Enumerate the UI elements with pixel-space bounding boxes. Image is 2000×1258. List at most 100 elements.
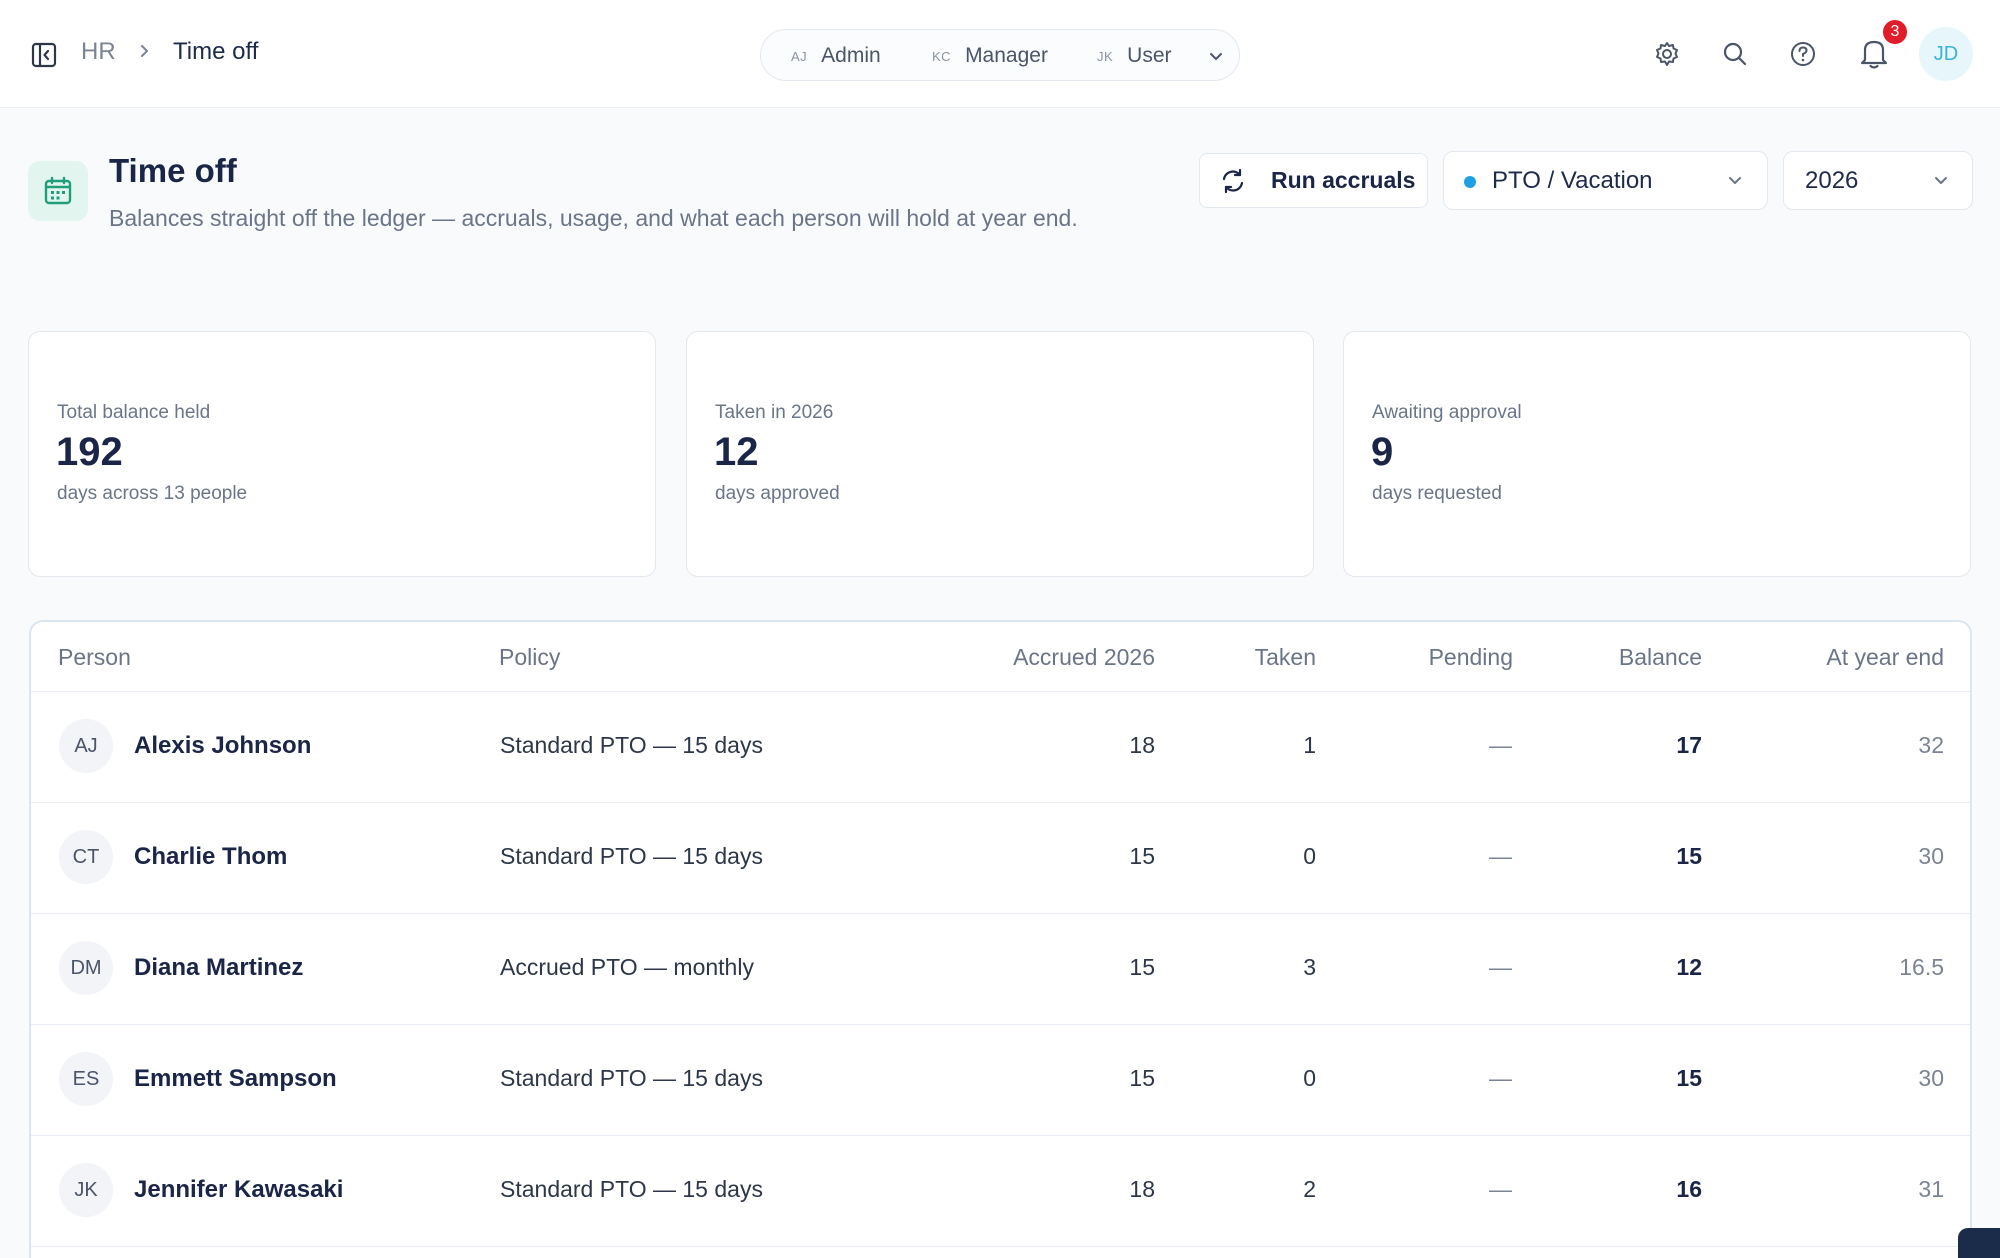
stat-card-taken: Taken in 2026 12 days approved <box>686 331 1314 577</box>
pending-cell: — <box>1489 1176 1512 1202</box>
year-end-cell: 30 <box>1918 843 1944 869</box>
policy-select-value: PTO / Vacation <box>1492 167 1653 194</box>
stat-card-total-balance: Total balance held 192 days across 13 pe… <box>28 331 656 577</box>
year-end-cell: 30 <box>1918 1065 1944 1091</box>
stat-label: Total balance held <box>57 402 211 423</box>
table-header: Person Policy Accrued 2026 Taken Pending… <box>31 622 1970 692</box>
stat-sub: days across 13 people <box>57 483 248 504</box>
person-name[interactable]: Alexis Johnson <box>134 732 311 760</box>
chevron-down-icon <box>1930 170 1952 192</box>
year-end-cell: 16.5 <box>1899 954 1944 980</box>
policy-select[interactable]: PTO / Vacation <box>1443 151 1768 210</box>
role-label: Admin <box>821 44 881 67</box>
search-icon[interactable] <box>1720 39 1750 69</box>
role-initials: AJ <box>791 48 808 64</box>
column-header-taken[interactable]: Taken <box>1255 644 1316 671</box>
accrued-cell: 15 <box>1129 843 1155 869</box>
year-select[interactable]: 2026 <box>1783 151 1973 210</box>
breadcrumb-root[interactable]: HR <box>81 38 116 66</box>
person-avatar: AJ <box>59 719 113 773</box>
stat-sub: days requested <box>1372 483 1502 504</box>
year-select-value: 2026 <box>1805 167 1859 194</box>
balance-cell: 17 <box>1676 732 1702 758</box>
accrued-cell: 18 <box>1129 732 1155 758</box>
person-name[interactable]: Emmett Sampson <box>134 1065 337 1093</box>
chevron-right-icon <box>136 40 154 62</box>
refresh-icon <box>1219 167 1247 195</box>
role-switcher[interactable]: AJ Admin KC Manager JK User <box>760 29 1240 81</box>
person-avatar: ES <box>59 1052 113 1106</box>
pending-cell: — <box>1489 732 1512 758</box>
column-header-year-end[interactable]: At year end <box>1826 644 1944 671</box>
balance-cell: 16 <box>1676 1176 1702 1202</box>
notification-badge: 3 <box>1881 18 1909 46</box>
avatar[interactable]: JD <box>1919 27 1973 81</box>
breadcrumb-current: Time off <box>173 38 259 65</box>
person-avatar: DM <box>59 941 113 995</box>
pending-cell: — <box>1489 954 1512 980</box>
person-name[interactable]: Charlie Thom <box>134 843 287 871</box>
role-manager[interactable]: KC Manager <box>932 42 1048 70</box>
stat-label: Awaiting approval <box>1372 402 1522 423</box>
balance-cell: 15 <box>1676 1065 1702 1091</box>
role-initials: KC <box>932 48 952 64</box>
column-header-person[interactable]: Person <box>58 644 131 671</box>
stat-value: 192 <box>56 430 123 474</box>
floating-widget-button[interactable] <box>1958 1228 2000 1258</box>
page-title: Time off <box>109 152 237 189</box>
policy-cell: Standard PTO — 15 days <box>500 1065 763 1091</box>
taken-cell: 1 <box>1303 732 1316 758</box>
page-subtitle: Balances straight off the ledger — accru… <box>109 205 1078 231</box>
help-icon[interactable] <box>1788 39 1818 69</box>
accrued-cell: 15 <box>1129 1065 1155 1091</box>
stat-value: 12 <box>714 430 759 474</box>
person-avatar: JK <box>59 1163 113 1217</box>
role-admin[interactable]: AJ Admin <box>791 42 881 70</box>
table-row[interactable]: ES Emmett Sampson Standard PTO — 15 days… <box>31 1025 1970 1136</box>
person-avatar: CT <box>59 830 113 884</box>
role-user[interactable]: JK User <box>1097 42 1172 70</box>
column-header-policy[interactable]: Policy <box>499 644 560 671</box>
policy-cell: Standard PTO — 15 days <box>500 1176 763 1202</box>
role-label: User <box>1127 44 1172 67</box>
column-header-accrued[interactable]: Accrued 2026 <box>1013 644 1155 671</box>
table-row[interactable]: AJ Alexis Johnson Standard PTO — 15 days… <box>31 692 1970 803</box>
taken-cell: 3 <box>1303 954 1316 980</box>
column-header-pending[interactable]: Pending <box>1429 644 1513 671</box>
table-row[interactable]: DM Diana Martinez Accrued PTO — monthly … <box>31 914 1970 1025</box>
role-label: Manager <box>965 44 1048 67</box>
top-bar: HR Time off AJ Admin KC Manager JK User … <box>0 0 2000 108</box>
policy-cell: Accrued PTO — monthly <box>500 954 754 980</box>
balance-cell: 15 <box>1676 843 1702 869</box>
chevron-down-icon <box>1724 170 1746 192</box>
run-accruals-label: Run accruals <box>1271 167 1416 193</box>
pending-cell: — <box>1489 1065 1512 1091</box>
accrued-cell: 18 <box>1129 1176 1155 1202</box>
calendar-icon <box>28 161 88 221</box>
taken-cell: 0 <box>1303 843 1316 869</box>
run-accruals-button[interactable]: Run accruals <box>1199 153 1428 208</box>
chevron-down-icon[interactable] <box>1205 46 1227 68</box>
policy-cell: Standard PTO — 15 days <box>500 732 763 758</box>
balances-table: Person Policy Accrued 2026 Taken Pending… <box>29 620 1972 1258</box>
table-row[interactable]: CT Charlie Thom Standard PTO — 15 days 1… <box>31 803 1970 914</box>
sidebar-toggle-icon[interactable] <box>31 42 57 68</box>
stat-sub: days approved <box>715 483 840 504</box>
accrued-cell: 15 <box>1129 954 1155 980</box>
policy-cell: Standard PTO — 15 days <box>500 843 763 869</box>
year-end-cell: 32 <box>1918 732 1944 758</box>
pending-cell: — <box>1489 843 1512 869</box>
taken-cell: 0 <box>1303 1065 1316 1091</box>
stat-card-awaiting: Awaiting approval 9 days requested <box>1343 331 1971 577</box>
stat-label: Taken in 2026 <box>715 402 834 423</box>
balance-cell: 12 <box>1676 954 1702 980</box>
gear-icon[interactable] <box>1652 39 1682 69</box>
taken-cell: 2 <box>1303 1176 1316 1202</box>
table-row[interactable]: JK Jennifer Kawasaki Standard PTO — 15 d… <box>31 1136 1970 1247</box>
policy-color-dot <box>1464 176 1476 188</box>
year-end-cell: 31 <box>1918 1176 1944 1202</box>
person-name[interactable]: Diana Martinez <box>134 954 303 982</box>
person-name[interactable]: Jennifer Kawasaki <box>134 1176 343 1204</box>
column-header-balance[interactable]: Balance <box>1619 644 1702 671</box>
stat-value: 9 <box>1371 430 1394 474</box>
